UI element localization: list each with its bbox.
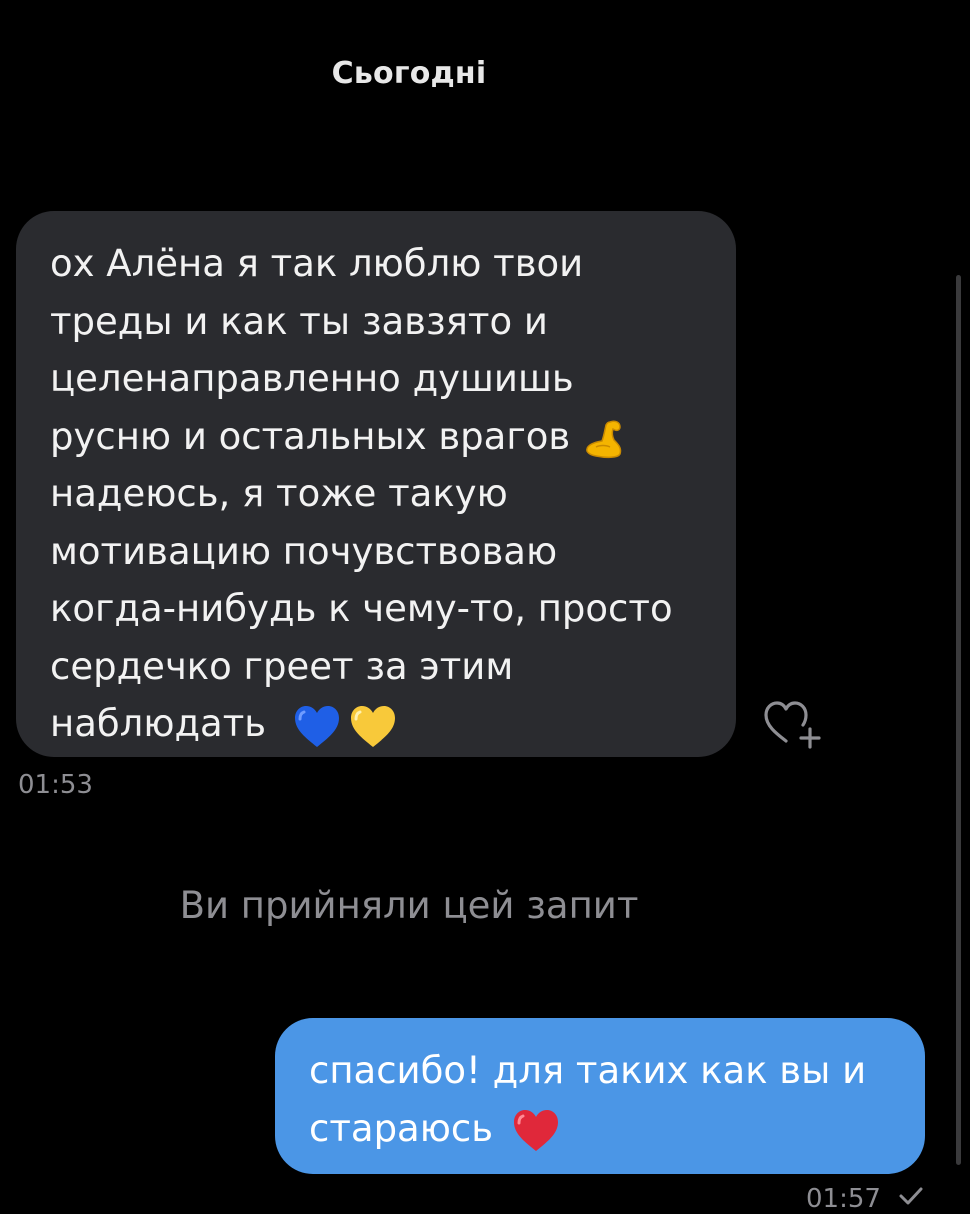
message-line: стараюсь bbox=[309, 1100, 905, 1158]
message-line: русню и остальных врагов bbox=[50, 408, 716, 466]
message-line: надеюсь, я тоже такую bbox=[50, 472, 508, 515]
message-line: когда-нибудь к чему-то, просто bbox=[50, 587, 673, 630]
message-line: целенаправленно душишь bbox=[50, 357, 574, 400]
message-line: треды и как ты завзято и bbox=[50, 299, 548, 343]
blue-heart-emoji bbox=[292, 703, 342, 749]
outgoing-message-bubble[interactable]: спасибо! для таких как вы и стараюсь bbox=[275, 1018, 925, 1174]
incoming-message-bubble[interactable]: ох Алёна я так люблю твои треды и как ты… bbox=[16, 211, 736, 757]
message-line: наблюдать bbox=[50, 695, 716, 753]
message-line: ох Алёна я так люблю твои bbox=[50, 242, 584, 285]
heart-add-icon[interactable] bbox=[760, 693, 822, 753]
red-heart-emoji bbox=[511, 1107, 561, 1153]
message-line: сердечко греет за этим bbox=[50, 644, 514, 688]
message-timestamp-outgoing: 01:57 bbox=[806, 1184, 881, 1214]
request-accepted-notice: Ви прийняли цей запит bbox=[179, 884, 639, 927]
message-line: спасибо! для таких как вы и bbox=[309, 1049, 867, 1092]
flexed-biceps-emoji bbox=[582, 416, 626, 460]
yellow-heart-emoji bbox=[348, 703, 398, 749]
scrollbar[interactable] bbox=[956, 275, 961, 1165]
date-header: Сьогодні bbox=[331, 56, 487, 91]
message-line: мотивацию почувствоваю bbox=[50, 529, 558, 573]
message-timestamp: 01:53 bbox=[18, 770, 93, 800]
read-check-icon bbox=[898, 1186, 924, 1206]
